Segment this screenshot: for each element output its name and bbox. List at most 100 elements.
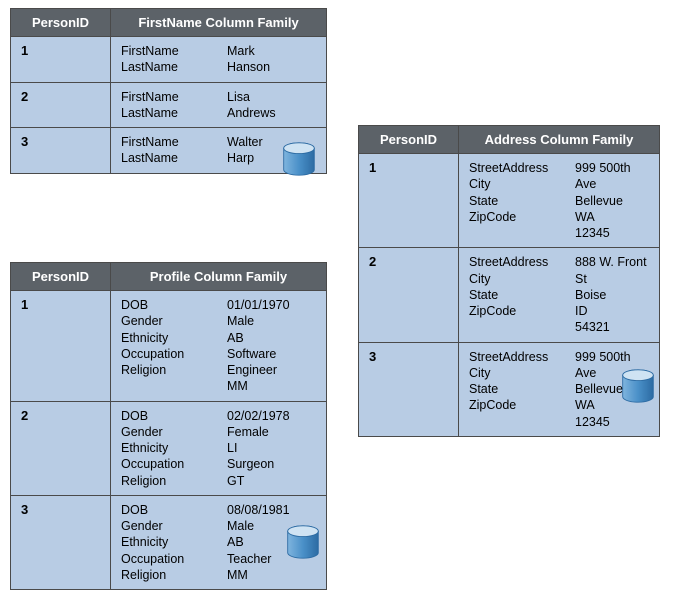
kv-keys: FirstNameLastName [121, 43, 209, 76]
kv-value: Boise [575, 287, 649, 303]
kv-keys: FirstNameLastName [121, 89, 209, 122]
header-personid: PersonID [11, 263, 111, 290]
row-personid: 1 [11, 37, 111, 82]
kv-key: DOB [121, 297, 209, 313]
kv-value: Harp [227, 150, 263, 166]
table-row: 2StreetAddressCityStateZipCode888 W. Fro… [359, 247, 659, 341]
table-header: PersonIDAddress Column Family [359, 126, 659, 153]
header-columnfamily: Profile Column Family [111, 263, 326, 290]
kv-key: FirstName [121, 43, 209, 59]
kv-key: LastName [121, 150, 209, 166]
table-row: 3DOBGenderEthnicityOccupationReligion08/… [11, 495, 326, 589]
row-personid: 2 [11, 402, 111, 495]
kv-key: ZipCode [469, 397, 557, 413]
kv-key: ZipCode [469, 303, 557, 319]
kv-values: 02/02/1978FemaleLISurgeonGT [227, 408, 290, 489]
kv-value: Male [227, 313, 316, 329]
kv-value: AB [227, 534, 290, 550]
kv-value: 54321 [575, 319, 649, 335]
row-personid: 1 [11, 291, 111, 401]
row-personid: 3 [359, 343, 459, 436]
kv-value: WA [575, 209, 649, 225]
kv-key: LastName [121, 59, 209, 75]
kv-key: FirstName [121, 89, 209, 105]
kv-key: DOB [121, 408, 209, 424]
kv-values: 01/01/1970MaleABSoftware EngineerMM [227, 297, 316, 395]
kv-value: LI [227, 440, 290, 456]
row-personid: 3 [11, 496, 111, 589]
kv-value: MM [227, 567, 290, 583]
header-personid: PersonID [11, 9, 111, 36]
kv-value: Walter [227, 134, 263, 150]
table-header: PersonIDFirstName Column Family [11, 9, 326, 36]
kv-values: 888 W. Front StBoiseID54321 [575, 254, 649, 335]
kv-key: LastName [121, 105, 209, 121]
kv-key: Gender [121, 518, 209, 534]
row-family: FirstNameLastNameLisaAndrews [111, 83, 326, 128]
kv-key: Ethnicity [121, 440, 209, 456]
row-family: DOBGenderEthnicityOccupationReligion01/0… [111, 291, 326, 401]
kv-key: Religion [121, 362, 209, 378]
kv-key: StreetAddress [469, 160, 557, 176]
kv-key: City [469, 271, 557, 287]
database-icon [285, 524, 321, 560]
kv-value: 08/08/1981 [227, 502, 290, 518]
kv-value: 999 500th Ave [575, 160, 649, 193]
kv-value: Mark [227, 43, 270, 59]
kv-value: MM [227, 378, 316, 394]
kv-key: Gender [121, 424, 209, 440]
kv-key: State [469, 381, 557, 397]
kv-value: 12345 [575, 414, 649, 430]
table-row: 3StreetAddressCityStateZipCode999 500th … [359, 342, 659, 436]
kv-key: FirstName [121, 134, 209, 150]
row-family: FirstNameLastName MarkHanson [111, 37, 326, 82]
row-personid: 2 [359, 248, 459, 341]
database-icon [281, 141, 317, 177]
table-row: 2DOBGenderEthnicityOccupationReligion02/… [11, 401, 326, 495]
kv-value: GT [227, 473, 290, 489]
kv-value: Hanson [227, 59, 270, 75]
kv-value: AB [227, 330, 316, 346]
table-row: 1 FirstNameLastName MarkHanson [11, 36, 326, 82]
kv-value: 12345 [575, 225, 649, 241]
kv-value: 01/01/1970 [227, 297, 316, 313]
kv-keys: StreetAddressCityStateZipCode [469, 254, 557, 335]
kv-key: Gender [121, 313, 209, 329]
kv-value: Software Engineer [227, 346, 316, 379]
table-row: 2FirstNameLastNameLisaAndrews [11, 82, 326, 128]
kv-key: State [469, 287, 557, 303]
kv-keys: DOBGenderEthnicityOccupationReligion [121, 297, 209, 395]
row-personid: 2 [11, 83, 111, 128]
kv-keys: StreetAddressCityStateZipCode [469, 349, 557, 430]
kv-values: 999 500th AveBellevueWA12345 [575, 160, 649, 241]
kv-key: Religion [121, 473, 209, 489]
kv-key: ZipCode [469, 209, 557, 225]
kv-key: Religion [121, 567, 209, 583]
kv-value: Teacher [227, 551, 290, 567]
kv-key: StreetAddress [469, 254, 557, 270]
kv-keys: StreetAddressCityStateZipCode [469, 160, 557, 241]
kv-keys: DOBGenderEthnicityOccupationReligion [121, 408, 209, 489]
kv-values: WalterHarp [227, 134, 263, 167]
row-personid: 3 [11, 128, 111, 173]
kv-key: Ethnicity [121, 534, 209, 550]
table-header: PersonIDProfile Column Family [11, 263, 326, 290]
table-row: 3 FirstNameLastName WalterHarp [11, 127, 326, 173]
kv-value: 02/02/1978 [227, 408, 290, 424]
kv-values: MarkHanson [227, 43, 270, 76]
kv-value: Lisa [227, 89, 276, 105]
header-columnfamily: FirstName Column Family [111, 9, 326, 36]
table-row: 1StreetAddressCityStateZipCode999 500th … [359, 153, 659, 247]
table-profile: PersonIDProfile Column Family1DOBGenderE… [10, 262, 327, 590]
row-family: DOBGenderEthnicityOccupationReligion 02/0… [111, 402, 326, 495]
header-columnfamily: Address Column Family [459, 126, 659, 153]
database-icon [620, 368, 656, 404]
kv-key: Occupation [121, 456, 209, 472]
kv-key: Ethnicity [121, 330, 209, 346]
row-personid: 1 [359, 154, 459, 247]
table-firstname: PersonIDFirstName Column Family1FirstNam… [10, 8, 327, 174]
kv-key: State [469, 193, 557, 209]
table-row: 1DOBGenderEthnicityOccupationReligion01/… [11, 290, 326, 401]
header-personid: PersonID [359, 126, 459, 153]
kv-key: DOB [121, 502, 209, 518]
